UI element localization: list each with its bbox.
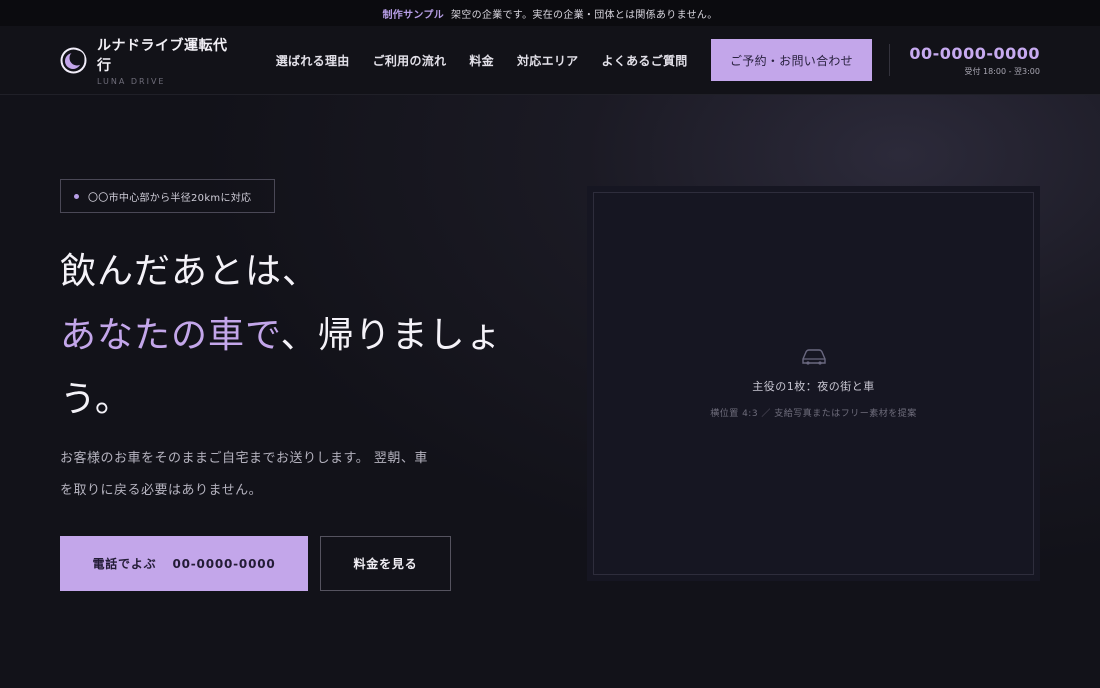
area-badge-text: 〇〇市中心部から半径20kmに対応 <box>88 192 252 204</box>
call-button-number: 00-0000-0000 <box>172 556 276 571</box>
car-icon <box>801 349 826 365</box>
call-button-label: 電話でよぶ <box>92 557 157 571</box>
sample-notice-text: 架空の企業です。実在の企業・団体とは関係ありません。 <box>451 9 718 21</box>
site-header: ルナドライブ運転代行 LUNA DRIVE 選ばれる理由 ご利用の流れ 料金 対… <box>0 26 1100 95</box>
badge-dot-icon <box>74 193 79 199</box>
brand-logo-link[interactable]: ルナドライブ運転代行 LUNA DRIVE <box>60 35 242 86</box>
sample-notice-bar: 制作サンプル 架空の企業です。実在の企業・団体とは関係ありません。 <box>0 0 1100 26</box>
pricing-button[interactable]: 料金を見る <box>320 536 451 591</box>
header-phone-hours: 受付 18:00 - 翌3:00 <box>964 66 1040 76</box>
crescent-moon-icon <box>60 47 87 74</box>
header-phone-number[interactable]: 00-0000-0000 <box>909 44 1040 63</box>
headline-accent: あなたの車で <box>60 315 281 356</box>
contact-button[interactable]: ご予約・お問い合わせ <box>710 39 873 81</box>
nav-item-faq[interactable]: よくあるご質問 <box>602 52 688 69</box>
photo-note: 横位置 4:3 ／ 支給写真またはフリー素材を提案 <box>710 409 917 419</box>
headline-line1: 飲んだあとは、 <box>60 251 320 292</box>
nav-item-area[interactable]: 対応エリア <box>517 52 579 69</box>
hero-lead-text: お客様のお車をそのままご自宅までお送りします。 翌朝、車を取りに戻る必要はありま… <box>60 451 428 498</box>
hero-section: 〇〇市中心部から半径20kmに対応 飲んだあとは、 あなたの車で、帰りましょう。… <box>0 95 1100 688</box>
nav-item-pricing[interactable]: 料金 <box>469 52 494 69</box>
main-nav: 選ばれる理由 ご利用の流れ 料金 対応エリア よくあるご質問 <box>276 52 688 69</box>
brand-name: ルナドライブ運転代行 <box>96 37 228 74</box>
header-phone: 00-0000-0000 受付 18:00 - 翌3:00 <box>909 44 1040 77</box>
hero-photo-placeholder: 主役の1枚：夜の街と車 横位置 4:3 ／ 支給写真またはフリー素材を提案 <box>587 186 1040 581</box>
sample-label: 制作サンプル <box>382 9 444 21</box>
brand-subtitle: LUNA DRIVE <box>96 76 166 86</box>
nav-item-flow[interactable]: ご利用の流れ <box>373 52 447 69</box>
area-badge: 〇〇市中心部から半径20kmに対応 <box>60 179 275 213</box>
photo-title: 主役の1枚：夜の街と車 <box>752 380 875 393</box>
call-button[interactable]: 電話でよぶ 00-0000-0000 <box>60 536 308 591</box>
header-divider <box>889 44 891 76</box>
nav-item-reasons[interactable]: 選ばれる理由 <box>276 52 350 69</box>
hero-headline: 飲んだあとは、 あなたの車で、帰りましょう。 <box>60 240 540 432</box>
